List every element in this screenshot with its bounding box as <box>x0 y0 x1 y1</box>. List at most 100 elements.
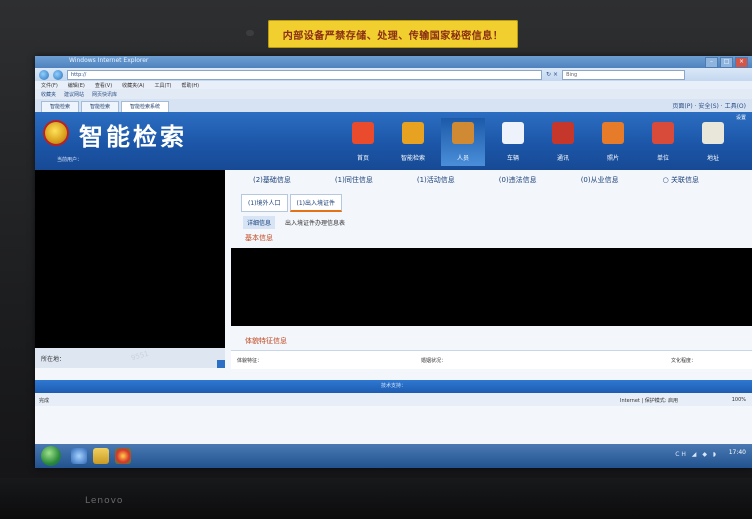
tab-exit-entry-document[interactable]: (1)出入境证件 <box>289 194 342 212</box>
window-controls: – □ × <box>705 57 748 68</box>
settings-link[interactable]: 设置 <box>736 114 746 121</box>
nav-label: 地址 <box>706 155 719 162</box>
favorites-item[interactable]: 收藏夹 <box>41 91 56 98</box>
security-zone: Internet | 保护模式: 启用 <box>620 398 678 404</box>
close-button[interactable]: × <box>735 57 748 68</box>
back-button[interactable] <box>39 69 49 80</box>
detail-tabs: (1)境外人口 (1)出入境证件 <box>241 194 342 212</box>
nav-label: 车辆 <box>506 155 519 162</box>
nav-label: 单位 <box>656 155 669 162</box>
favorites-bar: 收藏夹 建议网站 网页快讯库 <box>35 89 752 99</box>
nav-item[interactable]: 人员 <box>441 118 485 166</box>
field-physical-features: 体貌特征： <box>237 358 263 364</box>
browser-icon[interactable] <box>115 448 131 464</box>
building-icon <box>652 122 674 144</box>
nav-item[interactable]: 照片 <box>591 118 635 166</box>
nav-item[interactable]: 车辆 <box>491 118 535 166</box>
status-text: 完成 <box>39 398 50 404</box>
nav-label: 首页 <box>356 155 369 162</box>
person-icon <box>452 122 474 144</box>
subnav-basic[interactable]: (2)基础信息 <box>231 175 313 185</box>
favorites-item[interactable]: 网页快讯库 <box>92 91 117 98</box>
menu-bar: 文件(F) 编辑(E) 查看(V) 收藏夹(A) 工具(T) 帮助(H) <box>35 81 752 89</box>
map-icon <box>702 122 724 144</box>
favorites-item[interactable]: 建议网站 <box>64 91 84 98</box>
location-label: 所在地： <box>41 356 66 363</box>
minimize-button[interactable]: – <box>705 57 718 68</box>
nav-item[interactable]: 通讯 <box>541 118 585 166</box>
windows-taskbar: CH ◢ ◆ ◗ 17:40 <box>35 444 752 468</box>
redacted-block <box>35 170 225 348</box>
browser-status-bar: 完成 Internet | 保护模式: 启用 100% <box>35 393 752 406</box>
browser-title-bar: Windows Internet Explorer – □ × <box>35 56 752 68</box>
field-education: 文化程度： <box>671 358 697 364</box>
field-marital-status: 婚姻状况： <box>421 358 447 364</box>
ie-icon[interactable] <box>71 448 87 464</box>
police-emblem-icon <box>45 122 67 144</box>
nav-item[interactable]: 首页 <box>341 118 385 166</box>
forward-button[interactable] <box>53 69 63 80</box>
warning-sticker: 内部设备严禁存储、处理、传输国家秘密信息！ <box>268 20 518 48</box>
menu-favorites[interactable]: 收藏夹(A) <box>122 82 144 89</box>
screen: Windows Internet Explorer – □ × http:// … <box>35 56 752 468</box>
redacted-block <box>231 248 752 326</box>
folder-icon[interactable] <box>93 448 109 464</box>
content-area: (2)基础信息 (1)同住信息 (1)活动信息 (0)违法信息 (0)从业信息 … <box>35 170 752 380</box>
browser-tab-active[interactable]: 智能检索系统 <box>121 101 170 112</box>
app-header: 智能检索 当前用户： 设置 首页 智能检索 人员 车辆 通讯 照片 单位 地址 <box>35 112 752 170</box>
browser-tab[interactable]: 智能检索 <box>41 101 80 112</box>
refresh-icon[interactable]: ↻ <box>546 71 551 78</box>
subnav-activity[interactable]: (1)活动信息 <box>395 175 477 185</box>
scroll-button[interactable] <box>217 360 225 368</box>
clock: 17:40 <box>728 449 746 456</box>
stop-icon[interactable]: × <box>553 71 558 78</box>
subnav-related[interactable]: ○ 关联信息 <box>641 175 721 185</box>
menu-file[interactable]: 文件(F) <box>41 82 58 89</box>
subtab-document-records[interactable]: 出入境证件办理信息表 <box>281 216 349 229</box>
feature-fields-row: 体貌特征： 婚姻状况： 文化程度： <box>231 350 752 369</box>
app-footer: 技术支持： <box>35 380 752 393</box>
detail-subtabs: 详细信息 出入境证件办理信息表 <box>243 216 349 229</box>
nav-label: 通讯 <box>556 155 569 162</box>
start-button[interactable] <box>41 446 61 466</box>
house-icon <box>352 122 374 144</box>
nav-label: 人员 <box>456 155 469 162</box>
subnav-employment[interactable]: (0)从业信息 <box>559 175 641 185</box>
system-tray[interactable]: CH ◢ ◆ ◗ <box>675 451 718 458</box>
app-title: 智能检索 <box>79 122 187 151</box>
nav-label: 智能检索 <box>400 155 425 162</box>
maximize-button[interactable]: □ <box>720 57 733 68</box>
car-icon <box>502 122 524 144</box>
left-panel-footer: 所在地： 9551 <box>35 348 225 368</box>
subnav-violation[interactable]: (0)违法信息 <box>477 175 559 185</box>
section-basic-info: 基本信息 <box>245 234 273 242</box>
subtab-details[interactable]: 详细信息 <box>243 216 276 229</box>
menu-help[interactable]: 帮助(H) <box>181 82 199 89</box>
nav-label: 照片 <box>606 155 619 162</box>
info-subnav: (2)基础信息 (1)同住信息 (1)活动信息 (0)违法信息 (0)从业信息 … <box>231 172 751 188</box>
main-nav: 首页 智能检索 人员 车辆 通讯 照片 单位 地址 <box>341 118 735 166</box>
url-input[interactable]: http:// <box>67 69 542 80</box>
menu-edit[interactable]: 编辑(E) <box>68 82 85 89</box>
book-icon <box>552 122 574 144</box>
photo-icon <box>602 122 624 144</box>
ie-toolbar-right[interactable]: 页面(P) · 安全(S) · 工具(O) <box>672 101 746 110</box>
document-search-icon <box>402 122 424 144</box>
webcam <box>246 30 254 36</box>
subnav-cohabit[interactable]: (1)同住信息 <box>313 175 395 185</box>
nav-item[interactable]: 智能检索 <box>391 118 435 166</box>
browser-title: Windows Internet Explorer <box>69 57 149 64</box>
browser-tab[interactable]: 智能检索 <box>81 101 120 112</box>
zoom-level[interactable]: 100% <box>732 397 746 403</box>
nav-item[interactable]: 单位 <box>641 118 685 166</box>
nav-item[interactable]: 地址 <box>691 118 735 166</box>
address-bar: http:// ↻ × Bing <box>35 68 752 81</box>
section-physical-features: 体貌特征信息 <box>245 337 287 345</box>
menu-tools[interactable]: 工具(T) <box>155 82 172 89</box>
user-info: 当前用户： <box>57 157 83 163</box>
tab-overseas-population[interactable]: (1)境外人口 <box>241 194 288 212</box>
watermark: 9551 <box>130 349 150 363</box>
menu-view[interactable]: 查看(V) <box>95 82 112 89</box>
search-input[interactable]: Bing <box>562 69 686 80</box>
browser-tabs: 智能检索 智能检索 智能检索系统 页面(P) · 安全(S) · 工具(O) <box>35 99 752 112</box>
